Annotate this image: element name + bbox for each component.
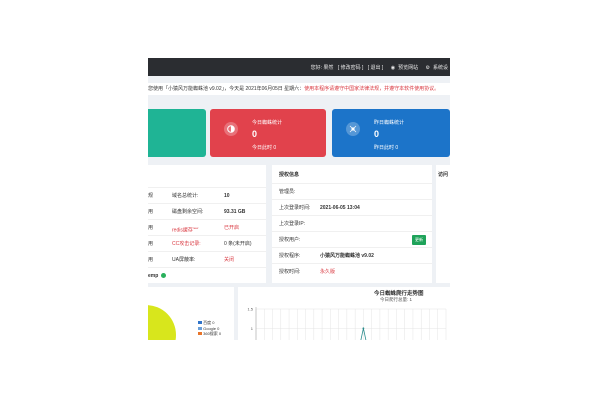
system-info-panel: 规 域名总统计: 10 用 磁盘剩余空间: 93.31 GB 用 redis缓存… bbox=[148, 165, 266, 283]
y-tick-label: 1.5 bbox=[247, 307, 253, 312]
system-settings-link[interactable]: ⚙ 系统设 bbox=[423, 65, 449, 71]
change-password-link[interactable]: [ 修改密码 ] bbox=[338, 65, 364, 71]
card-subtext: 昨日此时 0 bbox=[374, 145, 399, 151]
card-subtext: 今日此时 0 bbox=[252, 145, 277, 151]
yesterday-spider-card: 昨日蜘蛛统计 0 昨日此时 0 bbox=[332, 109, 450, 157]
update-button[interactable]: 更新 bbox=[412, 235, 426, 245]
notice-text: 您使用「小猿风万能蜘蛛池 v9.02」，今天是 2021年06月05日 星期六： bbox=[148, 86, 305, 92]
row-key: 域名总统计: bbox=[172, 193, 199, 199]
row-key: 上次登录IP: bbox=[279, 221, 306, 227]
row-prefix: 用 bbox=[148, 241, 154, 247]
row-prefix: emp bbox=[148, 273, 159, 279]
legend-swatch bbox=[198, 326, 202, 330]
half-circle-icon bbox=[224, 122, 238, 136]
panel-title: 授权信息 bbox=[279, 172, 300, 178]
row-value: 关闭 bbox=[224, 257, 235, 263]
row-key: 管理员: bbox=[279, 189, 296, 195]
check-icon bbox=[161, 273, 166, 278]
auth-row: 授权程序: 小猿风万能蜘蛛池 v9.02 bbox=[272, 247, 432, 264]
redis-label: redis缓存 bbox=[172, 227, 193, 234]
info-row: 用 CC攻击记录: 0 条(未开启) bbox=[148, 235, 266, 252]
row-value: 93.31 GB bbox=[224, 209, 246, 215]
card-title: 昨日蜘蛛统计 bbox=[374, 120, 405, 126]
notice-warning: 使用本程序请遵守中国家法律法规，并遵守本软件使用协议。 bbox=[304, 86, 440, 92]
row-prefix: 用 bbox=[148, 225, 154, 231]
greeting: 您好: 果然 bbox=[310, 65, 334, 71]
row-prefix: 用 bbox=[148, 257, 154, 263]
legend-label: 百度 0 bbox=[203, 320, 215, 325]
auth-row: 授权用户: 更新 bbox=[272, 231, 432, 248]
row-value: 已开启 bbox=[224, 225, 240, 231]
top-bar: 您好: 果然 [ 修改密码 ] [ 退出 ] ◉ 预览网站 ⚙ 系统设 bbox=[148, 58, 450, 76]
row-key: UA屏蔽率: bbox=[172, 257, 196, 263]
system-label: 系统设 bbox=[432, 65, 448, 71]
trend-chart: 1.510.5 bbox=[247, 307, 447, 340]
auth-row: 上次登录IP: bbox=[272, 215, 432, 232]
info-row: emp bbox=[148, 267, 266, 284]
card-value: 0 bbox=[252, 129, 258, 139]
notice-bar: 您使用「小猿风万能蜘蛛池 v9.02」，今天是 2021年06月05日 星期六：… bbox=[148, 83, 450, 95]
cc-value: 0 条(未开启) bbox=[224, 241, 252, 247]
row-prefix: 规 bbox=[148, 193, 154, 199]
row-key: CC攻击记录: bbox=[172, 241, 201, 247]
visit-panel: 访问 bbox=[436, 165, 450, 283]
row-key: 上次登录时间: bbox=[279, 205, 311, 211]
preview-label: 预览网站 bbox=[398, 65, 419, 71]
auth-info-panel: 授权信息 管理员: 上次登录时间: 2021-06-05 13:04 上次登录I… bbox=[272, 165, 432, 283]
auth-row: 管理员: bbox=[272, 183, 432, 200]
globe-icon: ◉ bbox=[390, 65, 396, 71]
auth-row: 上次登录时间: 2021-06-05 13:04 bbox=[272, 199, 432, 216]
legend-label: 360搜索 0 bbox=[203, 331, 222, 336]
admin-dashboard: 您好: 果然 [ 修改密码 ] [ 退出 ] ◉ 预览网站 ⚙ 系统设 您使用「小猿… bbox=[148, 58, 450, 340]
row-key: 授权时间: bbox=[279, 269, 301, 275]
row-key: 授权用户: bbox=[279, 237, 301, 243]
top-links: 您好: 果然 [ 修改密码 ] [ 退出 ] ◉ 预览网站 ⚙ 系统设 bbox=[308, 64, 448, 71]
row-value: 0 条(未开启) bbox=[224, 236, 252, 252]
new-badge: new bbox=[192, 226, 199, 230]
data-point[interactable] bbox=[362, 327, 365, 330]
legend-item[interactable]: 360搜索 0 bbox=[198, 331, 221, 337]
logout-link[interactable]: [ 退出 ] bbox=[368, 65, 384, 71]
stat-card-partial bbox=[148, 109, 206, 157]
spider-trend-panel: 今日蜘蛛爬行走势图 今日爬行总量: 1 1.510.5 bbox=[238, 287, 450, 340]
card-title: 今日蜘蛛统计 bbox=[252, 120, 283, 126]
pie-legend: 百度 0 Google 0 360搜索 0 bbox=[198, 320, 221, 337]
info-row: 用 redis缓存new 已开启 bbox=[148, 219, 266, 236]
today-spider-card: 今日蜘蛛统计 0 今日此时 0 bbox=[210, 109, 326, 157]
auth-row: 授权时间: 永久版 bbox=[272, 263, 432, 280]
gear-icon: ⚙ bbox=[425, 65, 430, 71]
spider-icon bbox=[346, 122, 360, 136]
row-key: 磁盘剩余空间: bbox=[172, 209, 204, 215]
info-row: 用 UA屏蔽率: 关闭 bbox=[148, 251, 266, 268]
row-key: 授权程序: bbox=[279, 253, 301, 259]
info-row: 规 域名总统计: 10 bbox=[148, 187, 266, 204]
pie-slice bbox=[148, 305, 176, 340]
y-tick-label: 1 bbox=[251, 326, 254, 331]
row-value: 2021-06-05 13:04 bbox=[320, 205, 360, 211]
spider-pie-panel: 百度 0 Google 0 360搜索 0 bbox=[148, 287, 234, 340]
preview-site-link[interactable]: ◉ 预览网站 bbox=[388, 65, 418, 71]
legend-swatch bbox=[198, 332, 202, 335]
legend-swatch bbox=[198, 321, 202, 324]
row-value: 永久版 bbox=[320, 269, 336, 275]
legend-label: Google 0 bbox=[203, 325, 220, 331]
info-row: 用 磁盘剩余空间: 93.31 GB bbox=[148, 203, 266, 220]
row-prefix: 用 bbox=[148, 209, 154, 215]
panel-title: 访问 bbox=[438, 172, 449, 178]
row-value: 10 bbox=[224, 193, 230, 199]
card-value: 0 bbox=[374, 129, 380, 139]
series-line bbox=[360, 328, 367, 340]
row-value: 小猿风万能蜘蛛池 v9.02 bbox=[320, 253, 374, 259]
